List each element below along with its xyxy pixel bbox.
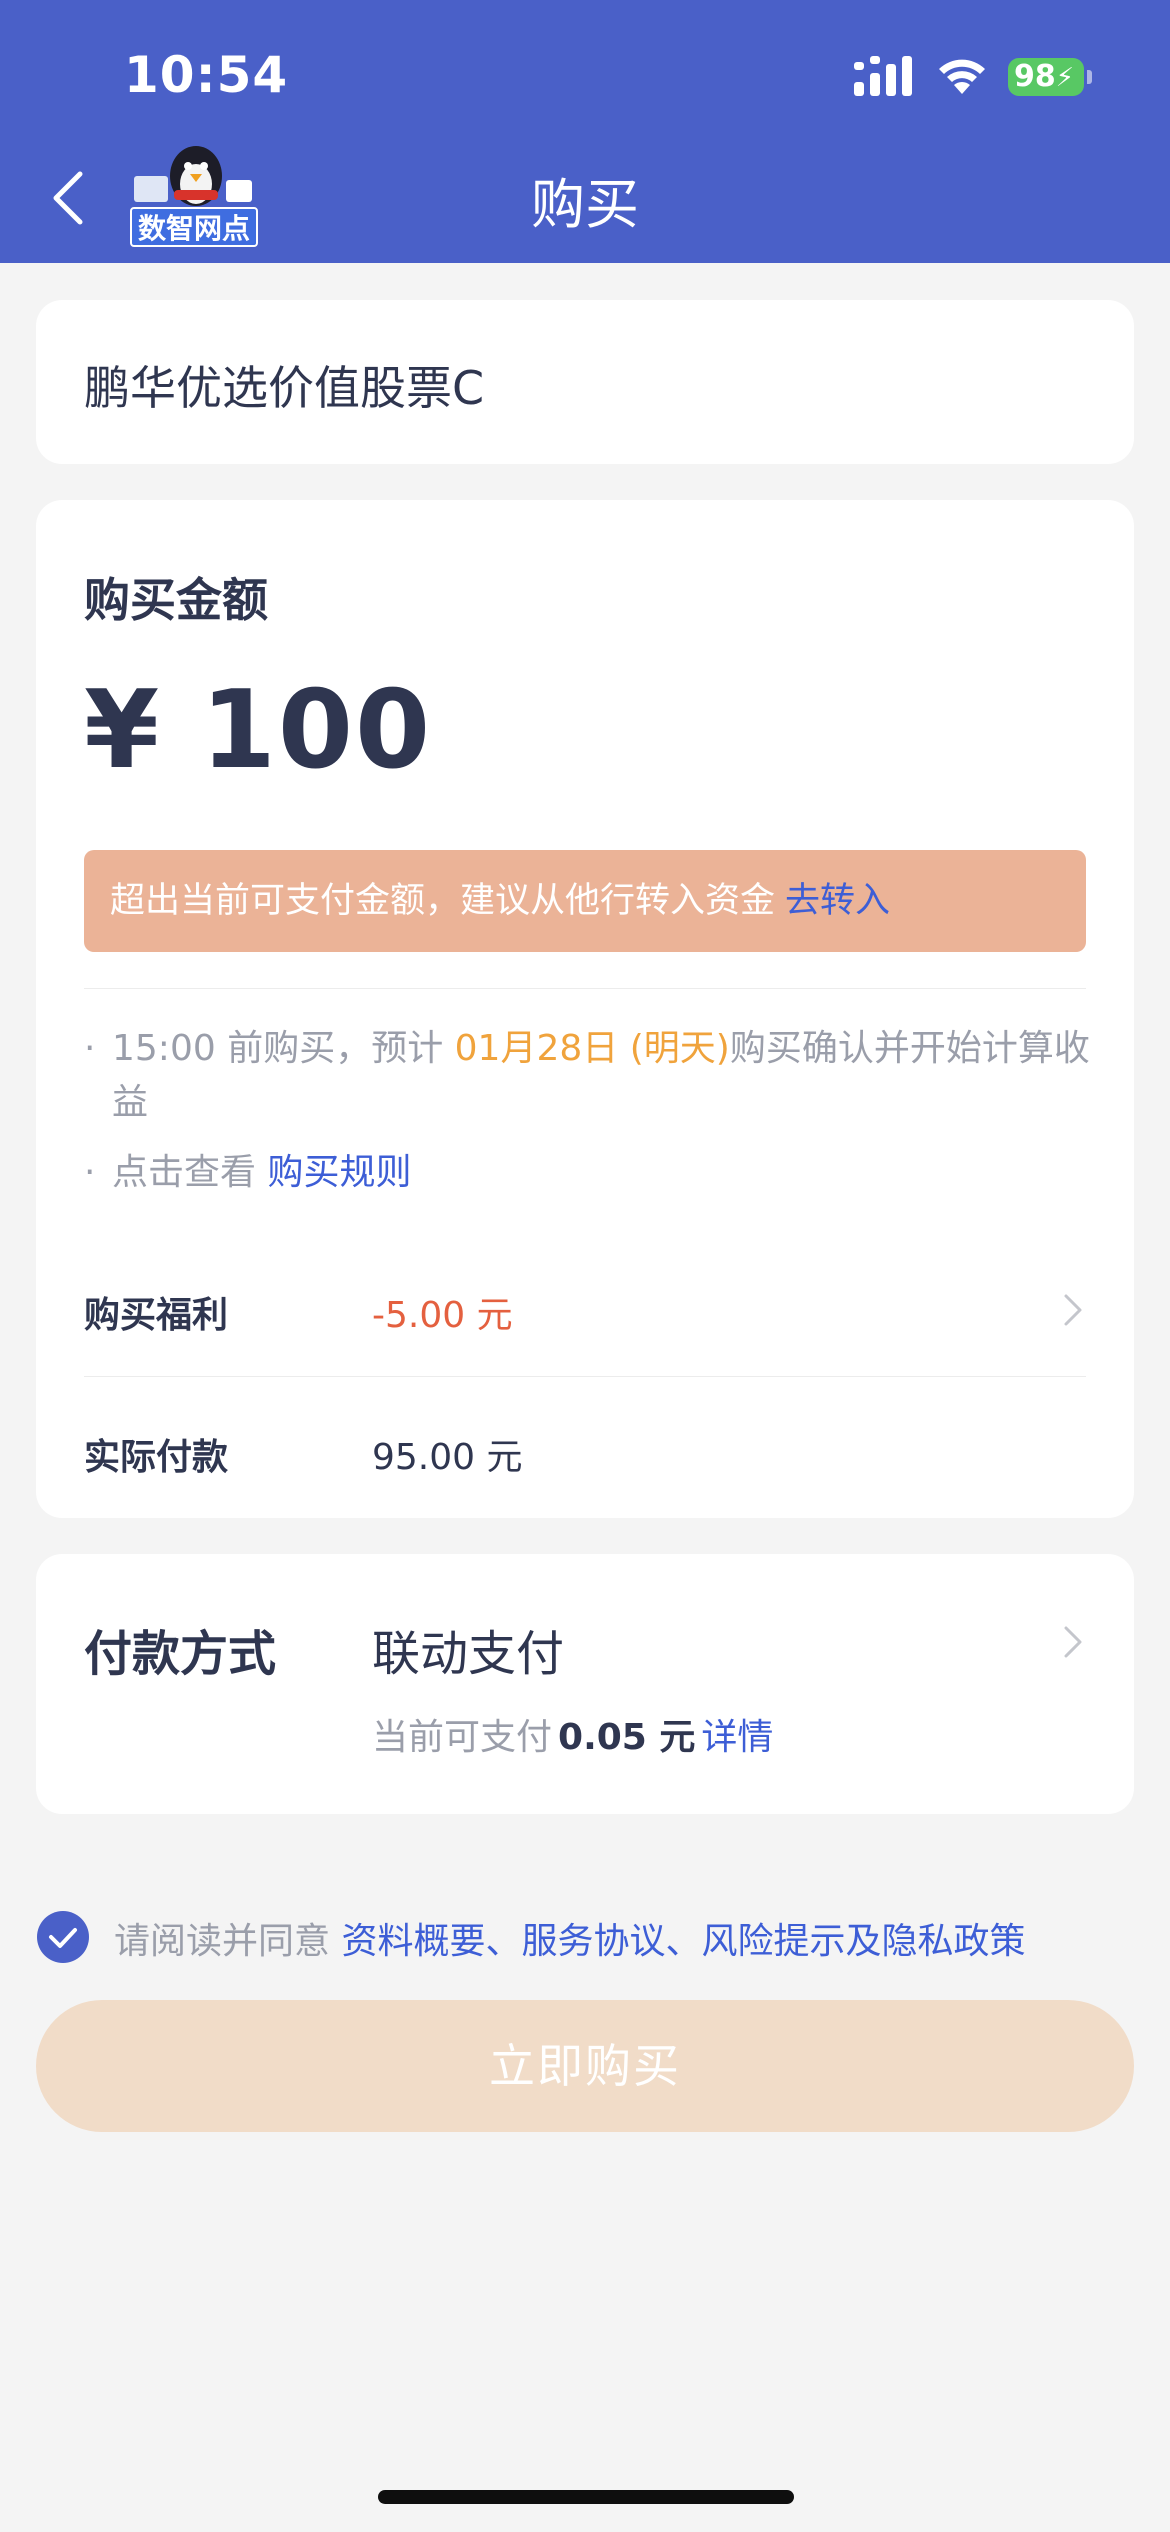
note1-prefix: 15:00 前购买，预计 [112, 1028, 444, 1069]
battery-level: 98 [1014, 59, 1056, 94]
purchase-rules-link[interactable]: 购买规则 [267, 1152, 411, 1193]
chevron-right-icon[interactable] [1062, 1624, 1084, 1660]
agreement-links[interactable]: 资料概要、服务协议、风险提示及隐私政策 [341, 1921, 1025, 1962]
agreement-prefix: 请阅读并同意 [114, 1921, 331, 1962]
signal-icon [854, 56, 912, 96]
top-header: 10:54 98⚡ 数智网点 购买 [0, 0, 1170, 263]
agreement-text: 请阅读并同意 资料概要、服务协议、风险提示及隐私政策 [114, 1912, 1025, 1964]
chevron-right-icon[interactable] [1062, 1292, 1084, 1328]
note2-prefix: 点击查看 [112, 1152, 257, 1193]
available-balance: 当前可支付 0.05 元详情 [372, 1708, 773, 1760]
available-prefix: 当前可支付 [372, 1717, 553, 1758]
insufficient-funds-banner: 超出当前可支付金额，建议从他行转入资金 去转入 [84, 850, 1086, 952]
payment-method-value[interactable]: 联动支付 [372, 1614, 564, 1684]
buy-amount-card: 购买金额 ¥ 100 超出当前可支付金额，建议从他行转入资金 去转入 · 15:0… [36, 500, 1134, 1234]
fund-name: 鹏华优选价值股票C [84, 361, 485, 415]
check-circle-icon[interactable] [36, 1910, 90, 1964]
page-title: 购买 [531, 173, 639, 236]
benefit-label: 购买福利 [84, 1295, 229, 1336]
actual-payment-label: 实际付款 [84, 1437, 229, 1478]
wifi-icon [939, 59, 985, 94]
bullet-dot: · [84, 1028, 96, 1069]
benefit-value[interactable]: -5.00 元 [372, 1286, 513, 1338]
bullet-dot: · [84, 1152, 96, 1193]
divider [84, 988, 1086, 989]
battery-icon: 98⚡ [1008, 58, 1084, 96]
payment-method-label: 付款方式 [84, 1626, 277, 1682]
payment-method-card[interactable]: 付款方式 联动支付 当前可支付 0.05 元详情 [36, 1554, 1134, 1814]
benefit-card: 购买福利 -5.00 元 实际付款 95.00 元 [36, 1234, 1134, 1518]
status-time: 10:54 [124, 46, 289, 104]
available-amount: 0.05 元 [558, 1717, 696, 1758]
home-indicator [378, 2490, 794, 2504]
detail-link[interactable]: 详情 [701, 1717, 773, 1758]
amount-value[interactable]: ¥ 100 [84, 668, 432, 793]
buy-amount-label: 购买金额 [84, 573, 268, 627]
transfer-in-link[interactable]: 去转入 [785, 881, 890, 921]
confirm-date: 01月28日 (明天) [454, 1028, 730, 1069]
confirm-time-note: · 15:00 前购买，预计 01月28日 (明天)购买确认并开始计算收益 [84, 1022, 1114, 1130]
warning-text: 超出当前可支付金额，建议从他行转入资金 [110, 881, 776, 921]
battery-tip [1087, 70, 1092, 84]
actual-payment-value: 95.00 元 [372, 1437, 523, 1478]
fund-card: 鹏华优选价值股票C [36, 300, 1134, 464]
buy-now-button[interactable]: 立即购买 [36, 2000, 1134, 2132]
rules-note: · 点击查看 购买规则 [84, 1146, 411, 1200]
divider [84, 1376, 1086, 1377]
